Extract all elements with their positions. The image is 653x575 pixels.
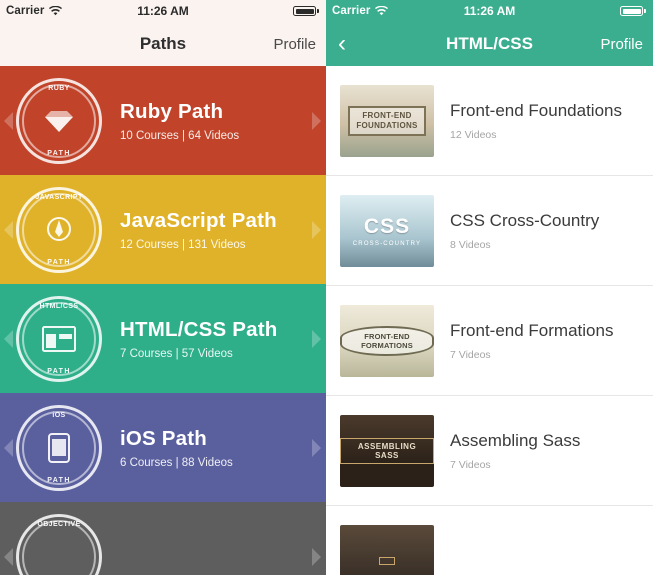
badge-bottom-label: PATH <box>47 258 71 266</box>
path-subtitle: 6 Courses | 88 Videos <box>120 456 233 469</box>
htmlcss-path-badge: HTML/CSS PATH <box>16 295 102 382</box>
list-item[interactable]: FRONT-END FOUNDATIONS Front-end Foundati… <box>326 66 653 176</box>
course-video-count: 7 Videos <box>450 458 491 471</box>
thumbnail-label: CSS <box>363 214 411 238</box>
thumbnail-sublabel: CROSS-COUNTRY <box>352 240 422 247</box>
dual-phone-screenshot: Carrier 11:26 AM Paths Profile RUBY PATH… <box>0 0 653 575</box>
paths-screen: Carrier 11:26 AM Paths Profile RUBY PATH… <box>0 0 326 575</box>
chevron-right-icon <box>312 111 321 130</box>
browser-window-icon <box>42 325 76 352</box>
course-video-count: 12 Videos <box>450 128 497 141</box>
javascript-pen-icon <box>47 216 71 241</box>
nav-bar-left: Paths Profile <box>0 22 326 66</box>
chevron-left-icon <box>4 438 13 457</box>
thumbnail-label: ASSEMBLING SASS <box>340 437 434 464</box>
course-list[interactable]: FRONT-END FOUNDATIONS Front-end Foundati… <box>326 66 653 575</box>
course-title: Assembling Sass <box>450 431 581 451</box>
clock-label: 11:26 AM <box>137 4 189 18</box>
status-bar-right: Carrier 11:26 AM <box>326 0 653 22</box>
course-video-count: 8 Videos <box>450 238 491 251</box>
chevron-left-icon <box>4 329 13 348</box>
badge-top-label: iOS <box>52 411 66 419</box>
ios-path-badge: iOS PATH <box>16 404 102 491</box>
battery-full-icon <box>293 6 319 16</box>
path-title: JavaScript Path <box>120 208 277 232</box>
paths-list[interactable]: RUBY PATH Ruby Path 10 Courses | 64 Vide… <box>0 66 326 575</box>
path-title: HTML/CSS Path <box>120 317 278 341</box>
profile-button-left[interactable]: Profile <box>273 36 316 53</box>
chevron-left-icon <box>4 547 13 566</box>
badge-bottom-label: PATH <box>47 149 71 157</box>
badge-top-label: HTML/CSS <box>39 302 79 310</box>
course-video-count: 7 Videos <box>450 348 491 361</box>
profile-button-right[interactable]: Profile <box>600 36 643 53</box>
list-item[interactable]: iOS PATH iOS Path 6 Courses | 88 Videos <box>0 393 326 502</box>
thumbnail-label: FRONT-END FOUNDATIONS <box>348 105 426 136</box>
objective-c-path-badge: OBJECTIVE <box>16 513 102 575</box>
course-thumbnail: FRONT-END FORMATIONS <box>340 304 434 377</box>
course-title: Front-end Formations <box>450 321 614 341</box>
chevron-left-icon[interactable]: ‹ <box>338 32 346 56</box>
list-item[interactable]: ASSEMBLING SASS Assembling Sass 7 Videos <box>326 396 653 506</box>
list-item[interactable]: RUBY PATH Ruby Path 10 Courses | 64 Vide… <box>0 66 326 175</box>
list-item[interactable] <box>326 506 653 575</box>
course-title: Front-end Foundations <box>450 101 622 121</box>
course-title: CSS Cross-Country <box>450 211 600 231</box>
thumbnail-label <box>379 556 395 565</box>
iphone-icon <box>48 432 70 463</box>
chevron-right-icon <box>312 220 321 239</box>
javascript-path-badge: JAVASCRIPT PATH <box>16 186 102 273</box>
status-bar-left: Carrier 11:26 AM <box>0 0 326 22</box>
course-thumbnail: FRONT-END FOUNDATIONS <box>340 84 434 157</box>
path-subtitle: 10 Courses | 64 Videos <box>120 129 240 142</box>
list-item[interactable]: CSS CROSS-COUNTRY CSS Cross-Country 8 Vi… <box>326 176 653 286</box>
ruby-gem-icon <box>45 110 73 132</box>
chevron-left-icon <box>4 220 13 239</box>
path-title: Ruby Path <box>120 99 224 123</box>
path-subtitle: 12 Courses | 131 Videos <box>120 238 246 251</box>
path-title: iOS Path <box>120 426 208 450</box>
battery-full-icon <box>620 6 646 16</box>
htmlcss-courses-screen: Carrier 11:26 AM ‹ HTML/CSS Profile FRON… <box>326 0 653 575</box>
badge-top-label: RUBY <box>48 84 70 92</box>
course-thumbnail: ASSEMBLING SASS <box>340 414 434 487</box>
badge-top-label: JAVASCRIPT <box>35 193 83 201</box>
list-item[interactable]: FRONT-END FORMATIONS Front-end Formation… <box>326 286 653 396</box>
chevron-right-icon <box>312 438 321 457</box>
chevron-right-icon <box>312 547 321 566</box>
course-thumbnail: CSS CROSS-COUNTRY <box>340 194 434 267</box>
chevron-left-icon <box>4 111 13 130</box>
list-item[interactable]: JAVASCRIPT PATH JavaScript Path 12 Cours… <box>0 175 326 284</box>
nav-bar-right: ‹ HTML/CSS Profile <box>326 22 653 66</box>
list-item[interactable]: HTML/CSS PATH HTML/CSS Path 7 Courses | … <box>0 284 326 393</box>
chevron-right-icon <box>312 329 321 348</box>
ruby-path-badge: RUBY PATH <box>16 77 102 164</box>
path-subtitle: 7 Courses | 57 Videos <box>120 347 233 360</box>
badge-top-label: OBJECTIVE <box>37 520 81 528</box>
clock-label: 11:26 AM <box>463 4 516 18</box>
list-item[interactable]: OBJECTIVE <box>0 502 326 575</box>
thumbnail-label: FRONT-END FORMATIONS <box>340 325 434 356</box>
badge-bottom-label: PATH <box>47 476 71 484</box>
badge-bottom-label: PATH <box>47 367 71 375</box>
course-thumbnail <box>340 524 434 575</box>
